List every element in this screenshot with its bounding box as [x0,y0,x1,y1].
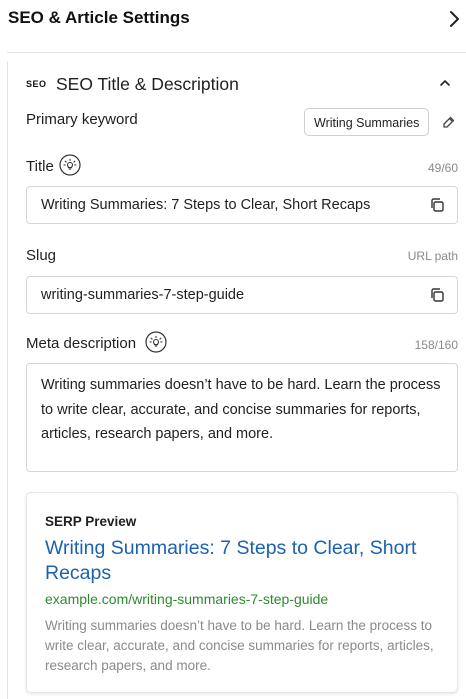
copy-icon[interactable] [429,287,445,303]
panel-header: SEO & Article Settings [0,0,466,40]
serp-preview-title[interactable]: Writing Summaries: 7 Steps to Clear, Sho… [45,536,445,586]
primary-keyword-button[interactable]: Writing Summaries [304,108,430,136]
serp-preview-label: SERP Preview [45,514,137,529]
chevron-up-icon[interactable] [438,76,452,90]
panel-title: SEO & Article Settings [8,8,190,27]
seo-badge-icon: SEO [26,79,47,89]
serp-preview-description: Writing summaries doesn’t have to be har… [45,618,434,673]
slug-label: Slug [26,247,57,264]
header-divider [7,52,466,53]
serp-preview-url: example.com/writing-summaries-7-step-gui… [45,591,329,607]
slug-hint: URL path [407,249,458,263]
section-title: SEO Title & Description [56,74,239,94]
title-label: Title [26,158,54,175]
primary-keyword-label: Primary keyword [26,111,138,128]
title-field[interactable]: Writing Summaries: 7 Steps to Clear, Sho… [26,186,458,224]
meta-description-char-count: 158/160 [414,338,458,352]
chevron-right-icon[interactable] [446,9,462,29]
slug-field-value: writing-summaries-7-step-guide [41,287,245,303]
serp-preview-card: SERP Preview Writing Summaries: 7 Steps … [26,492,458,693]
edit-icon[interactable] [442,115,456,129]
section-header[interactable]: SEO SEO Title & Description [26,72,456,100]
meta-description-label: Meta description [26,335,137,352]
slug-field[interactable]: writing-summaries-7-step-guide [26,276,458,314]
copy-icon[interactable] [429,197,445,213]
title-field-value: Writing Summaries: 7 Steps to Clear, Sho… [41,197,371,213]
title-char-count: 49/60 [427,161,458,175]
meta-description-textarea[interactable]: Writing summaries doesn’t have to be har… [26,363,458,472]
lightbulb-icon[interactable] [59,154,81,176]
seo-section: SEO SEO Title & Description Primary keyw… [7,62,466,699]
lightbulb-icon[interactable] [145,331,167,353]
